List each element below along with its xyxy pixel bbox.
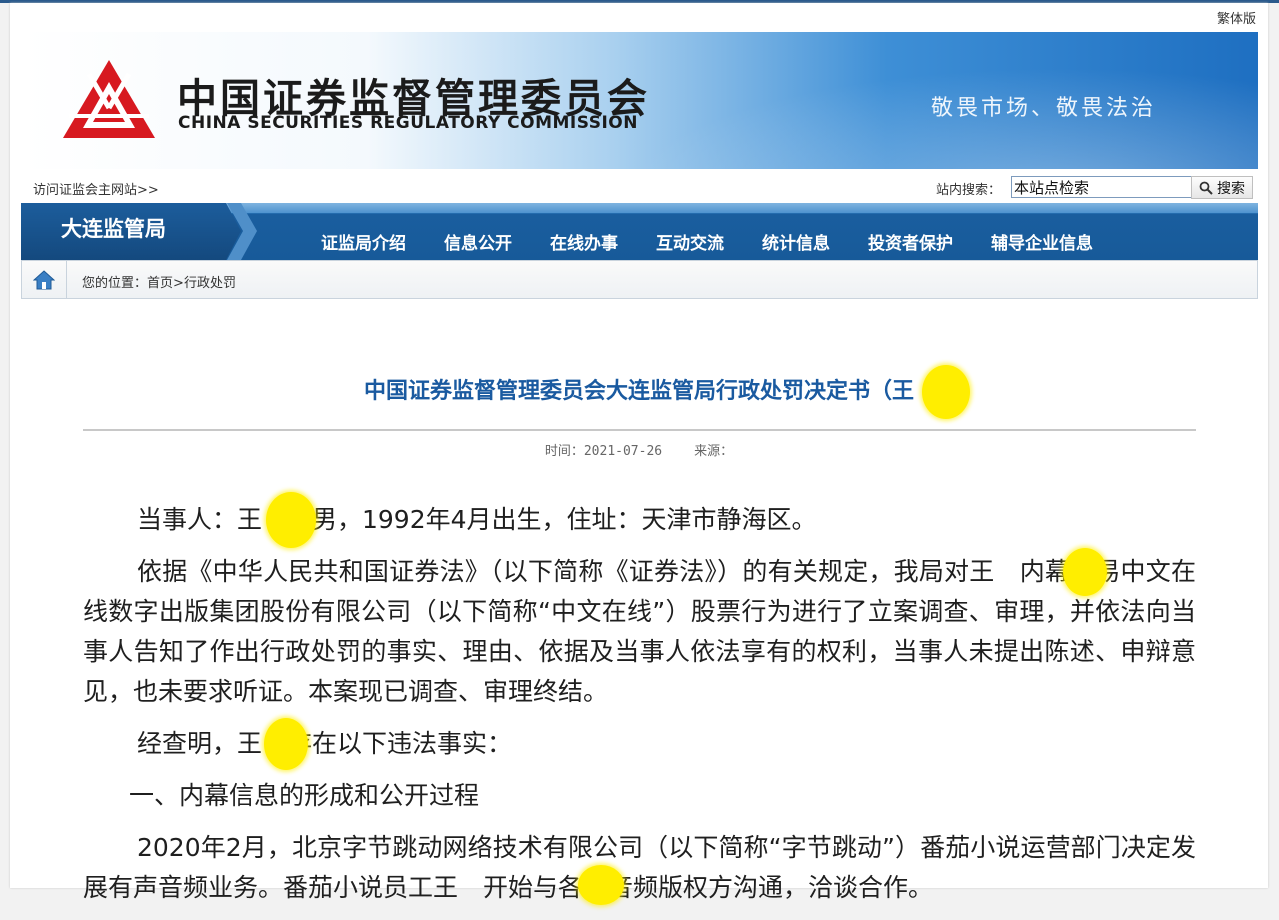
search-icon <box>1199 181 1213 195</box>
nav-item-statistics[interactable]: 统计信息 <box>762 229 830 254</box>
nav-item-online-service[interactable]: 在线办事 <box>550 229 618 254</box>
nav-item-tutoring-info[interactable]: 辅导企业信息 <box>991 229 1093 254</box>
branch-label: 大连监管局 <box>61 217 166 241</box>
banner-slogan: 敬畏市场、敬畏法治 <box>931 96 1157 121</box>
home-button[interactable] <box>22 261 67 298</box>
paragraph-facts: 2020年2月，北京字节跳动网络技术有限公司（以下简称“字节跳动”）番茄小说运营… <box>83 833 1196 902</box>
breadcrumb-prefix: 您的位置： <box>82 276 148 291</box>
article-date: 时间：2021-07-26 <box>544 444 663 459</box>
paragraph-findings: 经查明，王 存在以下违法事实： <box>137 729 513 758</box>
nav-item-investor-protection[interactable]: 投资者保护 <box>868 229 953 254</box>
title-divider <box>83 429 1196 431</box>
redaction-mark <box>1063 548 1107 596</box>
main-nav: 大连监管局 证监局介绍 信息公开 在线办事 互动交流 统计信息 投资者保护 辅导… <box>21 203 1258 260</box>
paragraph-basis: 依据《中华人民共和国证券法》（以下简称《证券法》）的有关规定，我局对王 内幕交易… <box>83 557 1196 706</box>
article-title: 中国证券监督管理委员会大连监管局行政处罚决定书（王 <box>363 379 914 404</box>
breadcrumb: 您的位置：首页>行政处罚 <box>21 260 1258 299</box>
article-body: 当事人：王 男，1992年4月出生，住址：天津市静海区。 依据《中华人民共和国证… <box>83 500 1196 920</box>
search-button-label: 搜索 <box>1217 180 1245 197</box>
site-search-input[interactable] <box>1011 176 1193 198</box>
search-label: 站内搜索： <box>936 183 1002 198</box>
main-site-link[interactable]: 访问证监会主网站>> <box>33 179 159 198</box>
redaction-mark <box>922 365 970 419</box>
section-heading-1: 一、内幕信息的形成和公开过程 <box>129 781 480 810</box>
csrc-logo-icon <box>63 60 155 138</box>
nav-item-info-disclosure[interactable]: 信息公开 <box>444 229 512 254</box>
home-icon <box>33 269 55 289</box>
utility-bar: 访问证监会主网站>> 站内搜索： 搜索 <box>21 169 1258 203</box>
redaction-mark <box>266 492 316 548</box>
search-button[interactable]: 搜索 <box>1191 176 1253 199</box>
nav-items: 证监局介绍 信息公开 在线办事 互动交流 统计信息 投资者保护 辅导企业信息 <box>321 229 1131 254</box>
article-meta: 时间：2021-07-26 来源： <box>10 440 1268 459</box>
traditional-chinese-link[interactable]: 繁体版 <box>1217 8 1256 27</box>
nav-item-interaction[interactable]: 互动交流 <box>656 229 724 254</box>
breadcrumb-separator: > <box>173 276 184 291</box>
article-source: 来源： <box>694 444 734 459</box>
header-banner: 中国证券监督管理委员会 CHINA SECURITIES REGULATORY … <box>21 32 1258 169</box>
breadcrumb-home-link[interactable]: 首页 <box>147 276 173 291</box>
redaction-mark <box>264 718 308 770</box>
redaction-mark <box>578 865 624 905</box>
page-container: 繁体版 中国证券监督管理委员会 CHINA SECURITIES REGULAT… <box>10 3 1268 905</box>
breadcrumb-text: 您的位置：首页>行政处罚 <box>82 272 236 291</box>
nav-item-intro[interactable]: 证监局介绍 <box>321 229 406 254</box>
paragraph-party: 当事人：王 男，1992年4月出生，住址：天津市静海区。 <box>137 505 817 534</box>
breadcrumb-current-link[interactable]: 行政处罚 <box>184 276 236 291</box>
site-title-en: CHINA SECURITIES REGULATORY COMMISSION <box>178 113 638 133</box>
